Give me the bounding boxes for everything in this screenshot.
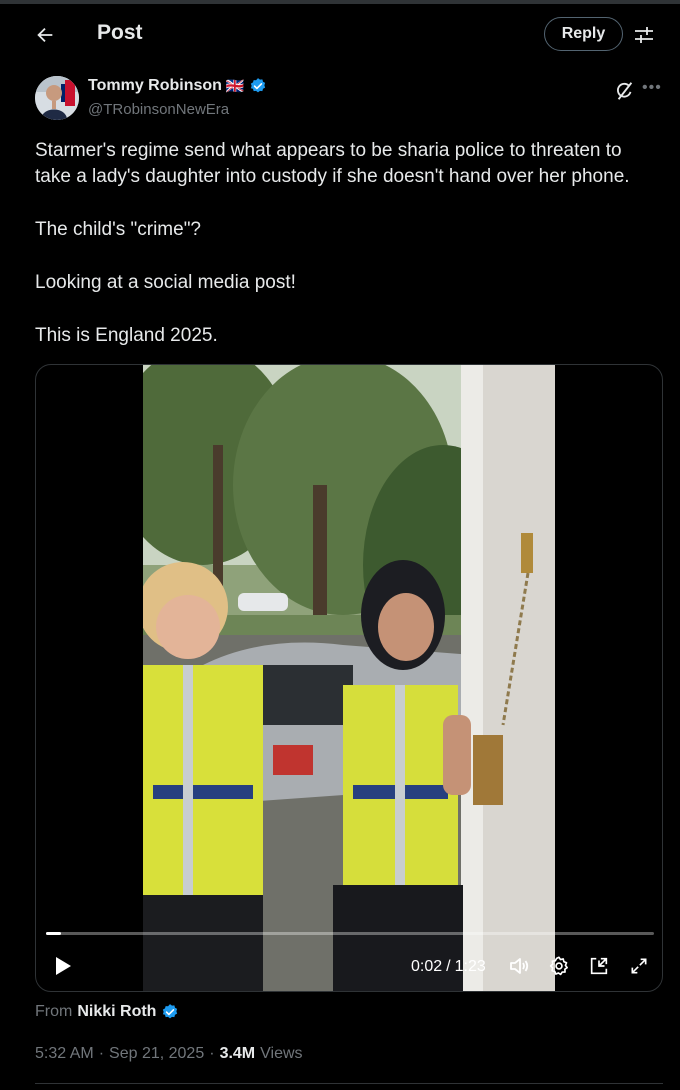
- picture-in-picture-icon[interactable]: [586, 953, 612, 979]
- verified-badge-icon: [163, 1004, 178, 1019]
- back-arrow-icon[interactable]: [30, 20, 60, 50]
- tweet-paragraph: The child's "crime"?: [35, 219, 201, 240]
- video-time-separator: /: [446, 958, 451, 975]
- post-date[interactable]: Sep 21, 2025: [109, 1045, 204, 1063]
- more-options-icon[interactable]: •••: [642, 78, 664, 100]
- video-progress-bar[interactable]: [46, 932, 654, 935]
- meta-separator: ·: [209, 1045, 215, 1062]
- video-current-time: 0:02: [411, 958, 443, 975]
- volume-icon[interactable]: [506, 953, 532, 979]
- views-label: Views: [260, 1045, 303, 1062]
- views-count: 3.4M: [219, 1045, 256, 1062]
- video-attribution: From Nikki Roth: [35, 1003, 179, 1021]
- settings-gear-icon[interactable]: [546, 953, 572, 979]
- tweet-paragraph: Starmer's regime send what appears to be…: [35, 140, 630, 187]
- header: Post Reply: [0, 4, 680, 62]
- video-duration: 1:23: [454, 958, 486, 975]
- fullscreen-icon[interactable]: [626, 953, 652, 979]
- attribution-name[interactable]: Nikki Roth: [77, 1003, 156, 1021]
- grok-icon[interactable]: [614, 80, 636, 102]
- post-time[interactable]: 5:32 AM: [35, 1045, 94, 1063]
- video-player[interactable]: 0:02 / 1:23: [35, 364, 663, 992]
- attribution-prefix: From: [35, 1003, 73, 1020]
- play-icon[interactable]: [50, 953, 76, 979]
- author-row: Tommy Robinson 🇬🇧 @TRobinsonNewEra •••: [0, 70, 680, 130]
- reply-button[interactable]: Reply: [544, 17, 623, 51]
- author-handle[interactable]: @TRobinsonNewEra: [88, 101, 229, 118]
- verified-badge-icon: [250, 78, 265, 93]
- author-name[interactable]: Tommy Robinson: [88, 77, 222, 95]
- page-title: Post: [97, 21, 143, 44]
- bottom-divider: [35, 1083, 663, 1084]
- filter-settings-icon[interactable]: [632, 23, 656, 47]
- avatar[interactable]: [35, 76, 79, 120]
- video-progress-fill: [46, 932, 62, 935]
- video-time: 0:02 / 1:23: [411, 958, 486, 976]
- tweet-paragraph: Looking at a social media post!: [35, 272, 296, 293]
- uk-flag-icon: 🇬🇧: [225, 77, 245, 95]
- video-frame[interactable]: [143, 365, 555, 991]
- meta-separator: ·: [98, 1045, 105, 1062]
- post-meta: 5:32 AM · Sep 21, 2025 · 3.4M Views: [35, 1045, 303, 1063]
- tweet-paragraph: This is England 2025.: [35, 325, 218, 346]
- tweet-text: Starmer's regime send what appears to be…: [35, 138, 655, 376]
